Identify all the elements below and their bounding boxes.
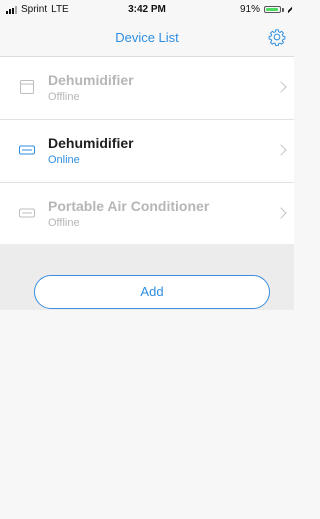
gear-icon[interactable] — [268, 28, 286, 46]
add-section: Add — [0, 244, 294, 310]
battery-tip — [282, 7, 284, 12]
device-name: Dehumidifier — [48, 135, 134, 151]
nav-bar: Device List — [0, 20, 294, 57]
device-row-dehumidifier-offline[interactable]: Dehumidifier Offline — [0, 57, 294, 120]
charging-icon — [288, 5, 292, 14]
chevron-right-icon — [275, 207, 287, 219]
chevron-right-icon — [275, 144, 287, 156]
device-list: Dehumidifier Offline Dehumidifier Online… — [0, 57, 294, 246]
device-name: Dehumidifier — [48, 72, 134, 88]
device-row-dehumidifier-online[interactable]: Dehumidifier Online — [0, 120, 294, 183]
chevron-right-icon — [275, 81, 287, 93]
device-status: Online — [48, 154, 80, 166]
device-status: Offline — [48, 91, 80, 103]
page-title: Device List — [115, 30, 179, 45]
dehumidifier-icon — [20, 80, 34, 94]
empty-area — [0, 310, 294, 519]
device-row-portable-air-conditioner[interactable]: Portable Air Conditioner Offline — [0, 183, 294, 246]
gear-icon-graphic — [268, 29, 286, 46]
battery-info: 91% — [240, 4, 292, 15]
device-status: Offline — [48, 217, 80, 229]
status-bar: Sprint LTE 3:42 PM 91% — [0, 0, 294, 20]
add-device-button[interactable]: Add — [34, 275, 270, 309]
air-unit-icon — [19, 145, 35, 155]
battery-icon — [264, 6, 281, 13]
battery-fill — [266, 8, 278, 11]
air-conditioner-icon — [19, 208, 35, 218]
device-name: Portable Air Conditioner — [48, 198, 210, 214]
battery-percent: 91% — [239, 4, 260, 15]
